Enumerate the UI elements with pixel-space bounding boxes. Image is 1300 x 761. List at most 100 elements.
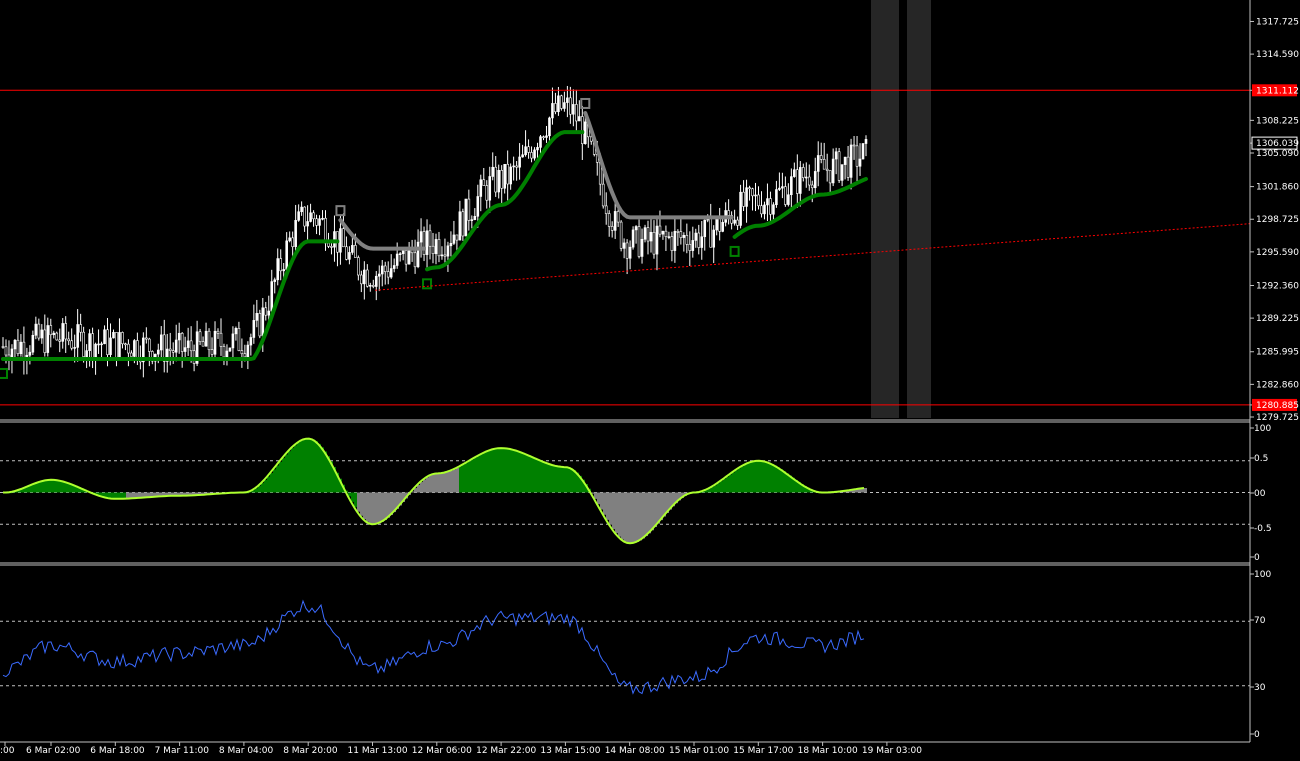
candle-body — [584, 121, 587, 145]
candle-body — [285, 240, 288, 270]
osc-bar — [645, 492, 648, 537]
candle-body — [342, 228, 345, 248]
candle-body — [219, 332, 223, 347]
candle-body — [625, 242, 629, 259]
candle-body — [485, 185, 489, 201]
candle-body — [16, 339, 20, 355]
candle-body — [106, 329, 109, 355]
candle-body — [377, 273, 381, 277]
candle — [631, 226, 635, 250]
candle-body — [703, 219, 707, 238]
time-tick-label: 14 Mar 08:00 — [605, 746, 665, 756]
candle-body — [840, 164, 844, 181]
osc-bar — [771, 463, 774, 493]
candle-body — [234, 328, 238, 335]
candle-body — [366, 269, 369, 287]
candle-body — [145, 337, 148, 340]
osc-bar — [288, 451, 291, 493]
osc-bar — [618, 492, 621, 537]
candle — [258, 309, 262, 339]
candle-body — [428, 230, 432, 247]
osc-bar — [324, 451, 327, 493]
candle-body — [736, 219, 739, 226]
osc-bar — [609, 492, 612, 525]
price-tick-label: 1285.995 — [1256, 348, 1299, 358]
price-tick-label: 1292.360 — [1256, 281, 1299, 291]
candle-body — [661, 230, 665, 235]
osc-bar — [519, 451, 522, 493]
time-tick-label: 6 Mar 02:00 — [26, 746, 81, 756]
candle-body — [646, 227, 650, 242]
candle-body — [112, 332, 115, 339]
trading-chart[interactable]: 1317.725 1314.590 1311.112 1308.225 1306.039… — [0, 0, 1300, 761]
osc-bar — [603, 492, 606, 515]
osc-bar — [648, 492, 651, 534]
candle-body — [467, 198, 471, 221]
osc-bar — [492, 449, 495, 493]
osc-bar — [315, 441, 318, 493]
candle-body — [622, 242, 626, 249]
candle-body — [664, 230, 668, 237]
candle-body — [560, 95, 563, 109]
candle-body — [252, 320, 256, 338]
candle-body — [386, 271, 390, 278]
price-tick-label: 1301.860 — [1256, 183, 1299, 193]
candle-body — [109, 337, 112, 355]
candle-body — [348, 252, 351, 260]
candle — [464, 198, 468, 237]
candle-body — [533, 149, 536, 159]
candle-body — [267, 310, 271, 316]
candle-body — [58, 339, 62, 342]
rsi-tick-label: 100 — [1254, 570, 1271, 580]
candle-body — [816, 155, 820, 172]
osc-bar — [309, 438, 312, 493]
candle-body — [282, 269, 285, 272]
osc-bar — [549, 464, 552, 493]
osc-bar — [60, 480, 63, 493]
osc-tick-label: 0 — [1254, 553, 1260, 563]
candle-body — [127, 343, 130, 354]
candle-body — [548, 117, 551, 137]
price-tick-label: 1279.725 — [1256, 413, 1299, 423]
candle-body — [631, 229, 635, 248]
osc-bar — [768, 462, 771, 493]
candle-body — [769, 198, 772, 215]
candle-body — [509, 166, 512, 185]
candle-body — [279, 258, 283, 272]
candle-body — [673, 231, 677, 251]
candle-body — [19, 341, 23, 355]
candle-body — [37, 323, 41, 339]
osc-bar — [273, 469, 276, 493]
osc-bar — [765, 461, 768, 493]
candle-body — [784, 186, 787, 205]
osc-bar — [525, 453, 528, 493]
osc-bar — [264, 479, 267, 493]
osc-bar — [318, 443, 321, 493]
osc-bar — [297, 442, 300, 493]
candle-body — [88, 333, 91, 351]
candle-body — [46, 325, 50, 353]
candle-body — [799, 167, 802, 194]
candle-body — [168, 348, 172, 351]
candle-body — [85, 350, 88, 357]
osc-bar — [522, 452, 525, 493]
osc-bar — [45, 480, 48, 493]
osc-bar — [651, 492, 654, 531]
time-tick-label: 12 Mar 06:00 — [412, 746, 472, 756]
candle-body — [136, 340, 139, 359]
candle-body — [395, 253, 399, 266]
osc-bar — [384, 492, 387, 520]
osc-bar — [510, 449, 513, 493]
time-tick-label: 13 Mar 15:00 — [540, 746, 600, 756]
osc-bar — [543, 461, 546, 493]
candle-body — [616, 211, 620, 223]
candle-body — [440, 254, 444, 257]
candle-body — [40, 329, 44, 339]
osc-bar — [420, 482, 423, 493]
candle-body — [601, 183, 605, 207]
candle-body — [655, 225, 659, 255]
candle-body — [831, 158, 835, 184]
candle-body — [476, 196, 480, 217]
price-tick-label: 1314.590 — [1256, 50, 1299, 60]
candle-body — [82, 331, 85, 357]
